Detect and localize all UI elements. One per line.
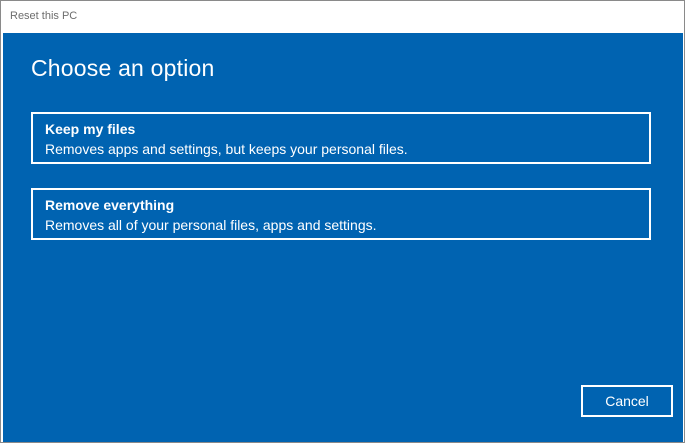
option-description: Removes apps and settings, but keeps you… [45,141,408,157]
page-title: Choose an option [31,55,215,81]
dialog-content: Choose an option Keep my files Removes a… [3,33,683,442]
remove-everything-option[interactable]: Remove everything Removes all of your pe… [31,188,651,240]
keep-my-files-option[interactable]: Keep my files Removes apps and settings,… [31,112,651,164]
cancel-button[interactable]: Cancel [581,385,673,417]
option-title: Keep my files [45,121,136,137]
window-title: Reset this PC [10,10,78,22]
reset-pc-dialog: Reset this PC Choose an option Keep my f… [0,0,685,443]
option-description: Removes all of your personal files, apps… [45,217,377,233]
option-title: Remove everything [45,197,175,213]
title-bar: Reset this PC [1,1,684,33]
